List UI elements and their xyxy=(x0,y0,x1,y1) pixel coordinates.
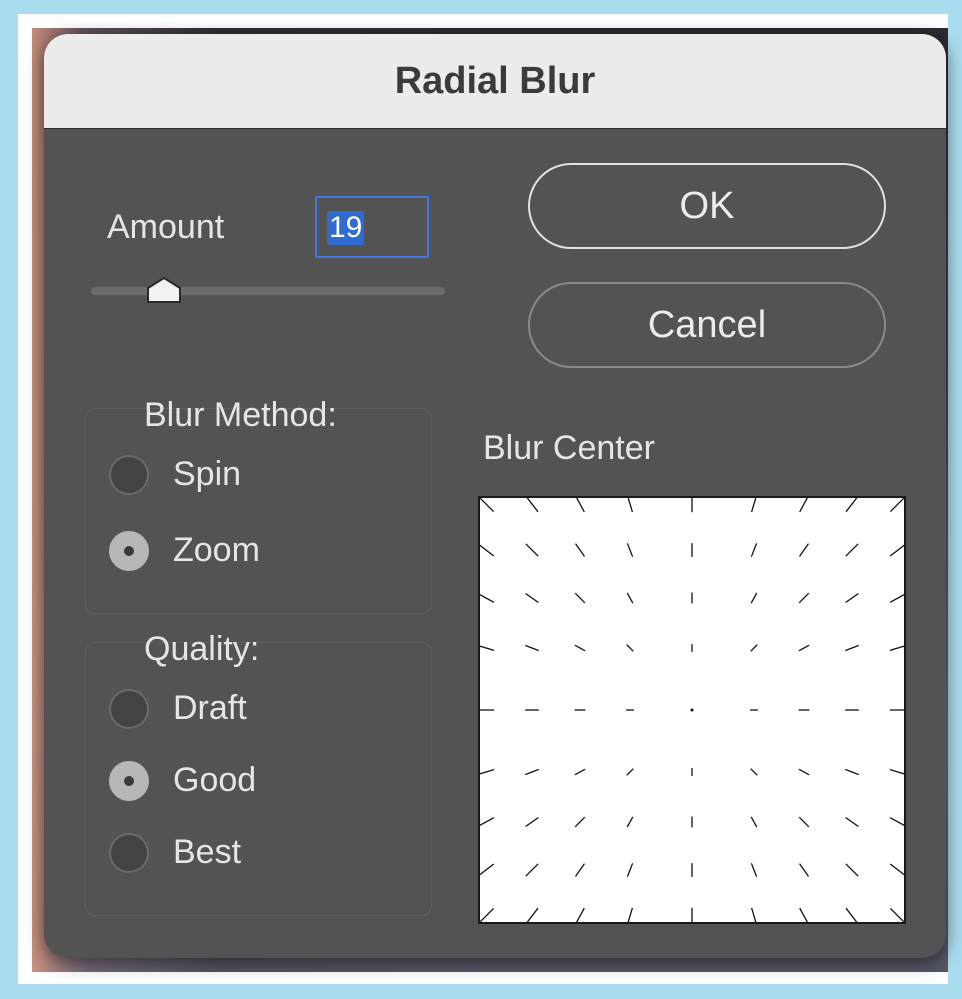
blur-ray xyxy=(480,817,495,827)
blur-ray xyxy=(480,645,495,652)
zoom-radio[interactable] xyxy=(109,531,149,571)
blur-ray xyxy=(889,645,904,652)
blur-ray xyxy=(575,907,585,922)
blur-ray xyxy=(574,768,586,776)
blur-ray xyxy=(525,644,539,652)
ok-button[interactable]: OK xyxy=(528,163,886,249)
blur-ray xyxy=(526,907,539,922)
blur-ray xyxy=(480,768,495,775)
blur-ray xyxy=(525,863,539,877)
blur-ray xyxy=(626,644,634,652)
blur-ray xyxy=(845,863,859,877)
blur-ray xyxy=(574,863,586,877)
blur-ray xyxy=(574,543,586,557)
blur-ray xyxy=(845,768,859,776)
blur-ray xyxy=(626,863,634,877)
blur-ray xyxy=(889,817,904,827)
blur-center-pattern xyxy=(480,498,904,922)
blur-ray xyxy=(750,543,758,557)
blur-ray xyxy=(626,816,634,828)
best-label[interactable]: Best xyxy=(173,833,241,872)
amount-slider-thumb[interactable] xyxy=(146,276,182,304)
blur-ray xyxy=(799,907,809,922)
blur-ray xyxy=(575,498,585,513)
blur-ray xyxy=(889,593,904,603)
blur-ray xyxy=(574,644,586,652)
blur-ray xyxy=(526,498,539,513)
amount-slider[interactable] xyxy=(91,287,445,295)
blur-ray xyxy=(480,863,495,876)
blur-ray xyxy=(845,816,859,828)
blur-ray xyxy=(627,498,634,513)
blur-ray xyxy=(845,498,858,513)
amount-value: 19 xyxy=(327,211,365,245)
blur-ray xyxy=(480,544,495,557)
blur-ray xyxy=(798,543,810,557)
blur-ray xyxy=(626,543,634,557)
spin-radio[interactable] xyxy=(109,455,149,495)
blur-ray xyxy=(889,544,904,557)
blur-ray xyxy=(525,816,539,828)
blur-ray xyxy=(525,768,539,776)
best-radio[interactable] xyxy=(109,833,149,873)
blur-method-label: Blur Method: xyxy=(144,396,337,434)
blur-center-label: Blur Center xyxy=(483,429,655,467)
blur-ray xyxy=(574,816,586,828)
blur-ray xyxy=(845,543,859,557)
blur-ray xyxy=(480,907,495,922)
blur-ray xyxy=(889,863,904,876)
blur-ray xyxy=(750,816,758,828)
cancel-button[interactable]: Cancel xyxy=(528,282,886,368)
amount-label: Amount xyxy=(107,208,225,246)
blur-ray xyxy=(480,498,495,513)
blur-ray xyxy=(889,768,904,775)
blur-ray xyxy=(799,498,809,513)
blur-ray xyxy=(750,498,757,513)
blur-ray xyxy=(750,768,758,776)
blur-ray xyxy=(750,644,758,652)
blur-center-point xyxy=(690,708,694,712)
blur-ray xyxy=(845,644,859,652)
blur-center-preview[interactable] xyxy=(478,496,906,924)
blur-ray xyxy=(798,592,810,604)
blur-ray xyxy=(480,593,495,603)
blur-ray xyxy=(626,768,634,776)
blur-ray xyxy=(798,816,810,828)
good-label[interactable]: Good xyxy=(173,761,256,800)
blur-ray xyxy=(574,592,586,604)
blur-ray xyxy=(525,592,539,604)
blur-ray xyxy=(798,768,810,776)
blur-ray xyxy=(889,498,904,513)
blur-ray xyxy=(750,907,757,922)
dialog-titlebar[interactable]: Radial Blur xyxy=(44,34,946,129)
good-radio[interactable] xyxy=(109,761,149,801)
dialog-title: Radial Blur xyxy=(394,59,596,102)
blur-ray xyxy=(798,863,810,877)
zoom-label[interactable]: Zoom xyxy=(173,531,260,570)
blur-ray xyxy=(845,592,859,604)
draft-label[interactable]: Draft xyxy=(173,689,247,728)
amount-input[interactable]: 19 xyxy=(315,196,429,258)
blur-ray xyxy=(845,907,858,922)
spin-label[interactable]: Spin xyxy=(173,455,241,494)
blur-ray xyxy=(750,592,758,604)
blur-ray xyxy=(627,907,634,922)
blur-ray xyxy=(750,863,758,877)
blur-ray xyxy=(525,543,539,557)
blur-ray xyxy=(626,592,634,604)
draft-radio[interactable] xyxy=(109,689,149,729)
radial-blur-dialog: Radial Blur Amount 19 OK Cancel Blur Met… xyxy=(44,34,946,958)
blur-ray xyxy=(798,644,810,652)
blur-method-group xyxy=(85,408,432,614)
quality-label: Quality: xyxy=(144,630,260,668)
blur-ray xyxy=(889,907,904,922)
